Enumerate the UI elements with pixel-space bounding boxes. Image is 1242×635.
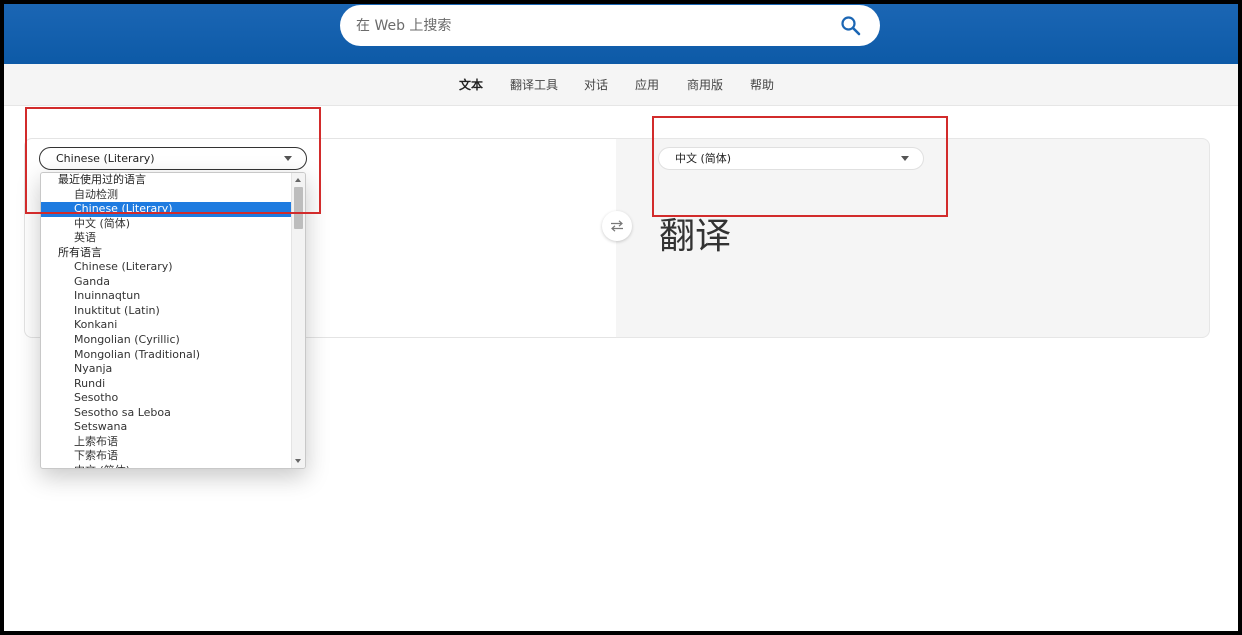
scroll-down-icon[interactable]: [295, 459, 301, 463]
dropdown-option[interactable]: 下索布语: [41, 449, 293, 464]
dropdown-options: 最近使用过的语言 自动检测 Chinese (Literary) 中文 (简体) 英语所…: [41, 173, 293, 468]
dropdown-option[interactable]: Mongolian (Cyrillic): [41, 333, 293, 348]
dropdown-option[interactable]: Ganda: [41, 275, 293, 290]
dropdown-option[interactable]: Inuinnaqtun: [41, 289, 293, 304]
dropdown-option[interactable]: 英语: [41, 231, 293, 246]
dropdown-option[interactable]: Chinese (Literary): [41, 260, 293, 275]
header-bar: [4, 4, 1238, 64]
dropdown-option[interactable]: 中文 (简体): [41, 464, 293, 468]
nav-item-help[interactable]: 帮助: [750, 76, 774, 93]
dropdown-option[interactable]: 中文 (简体): [41, 217, 293, 232]
nav-item-conversation[interactable]: 对话: [584, 76, 608, 93]
nav-item-business[interactable]: 商用版: [687, 76, 723, 93]
dropdown-group-header: 所有语言: [58, 245, 102, 259]
search-bar: [340, 5, 880, 46]
dropdown-option[interactable]: Setswana: [41, 420, 293, 435]
dropdown-option[interactable]: 上索布语: [41, 435, 293, 450]
swap-icon: [611, 220, 623, 232]
annotation-box-source: [25, 107, 321, 214]
nav-item-apps[interactable]: 应用: [635, 76, 659, 93]
search-icon[interactable]: [840, 15, 862, 37]
swap-languages-button[interactable]: [602, 211, 632, 241]
annotation-box-target: [652, 116, 948, 217]
dropdown-option[interactable]: Rundi: [41, 377, 293, 392]
dropdown-option[interactable]: Sesotho: [41, 391, 293, 406]
nav-item-translator-tools[interactable]: 翻译工具: [510, 76, 558, 93]
app-frame: 文本 翻译工具 对话 应用 商用版 帮助 Chinese (Literary) …: [4, 4, 1238, 631]
nav-bar: 文本 翻译工具 对话 应用 商用版 帮助: [4, 64, 1238, 106]
dropdown-option[interactable]: Konkani: [41, 318, 293, 333]
dropdown-option[interactable]: Nyanja: [41, 362, 293, 377]
dropdown-option[interactable]: Sesotho sa Leboa: [41, 406, 293, 421]
dropdown-scrollbar[interactable]: [291, 173, 305, 468]
dropdown-option[interactable]: Inuktitut (Latin): [41, 304, 293, 319]
nav-item-text[interactable]: 文本: [459, 76, 483, 93]
dropdown-option[interactable]: Mongolian (Traditional): [41, 348, 293, 363]
language-dropdown-list[interactable]: 最近使用过的语言 自动检测 Chinese (Literary) 中文 (简体) 英语所…: [40, 172, 306, 469]
search-input[interactable]: [356, 5, 826, 46]
